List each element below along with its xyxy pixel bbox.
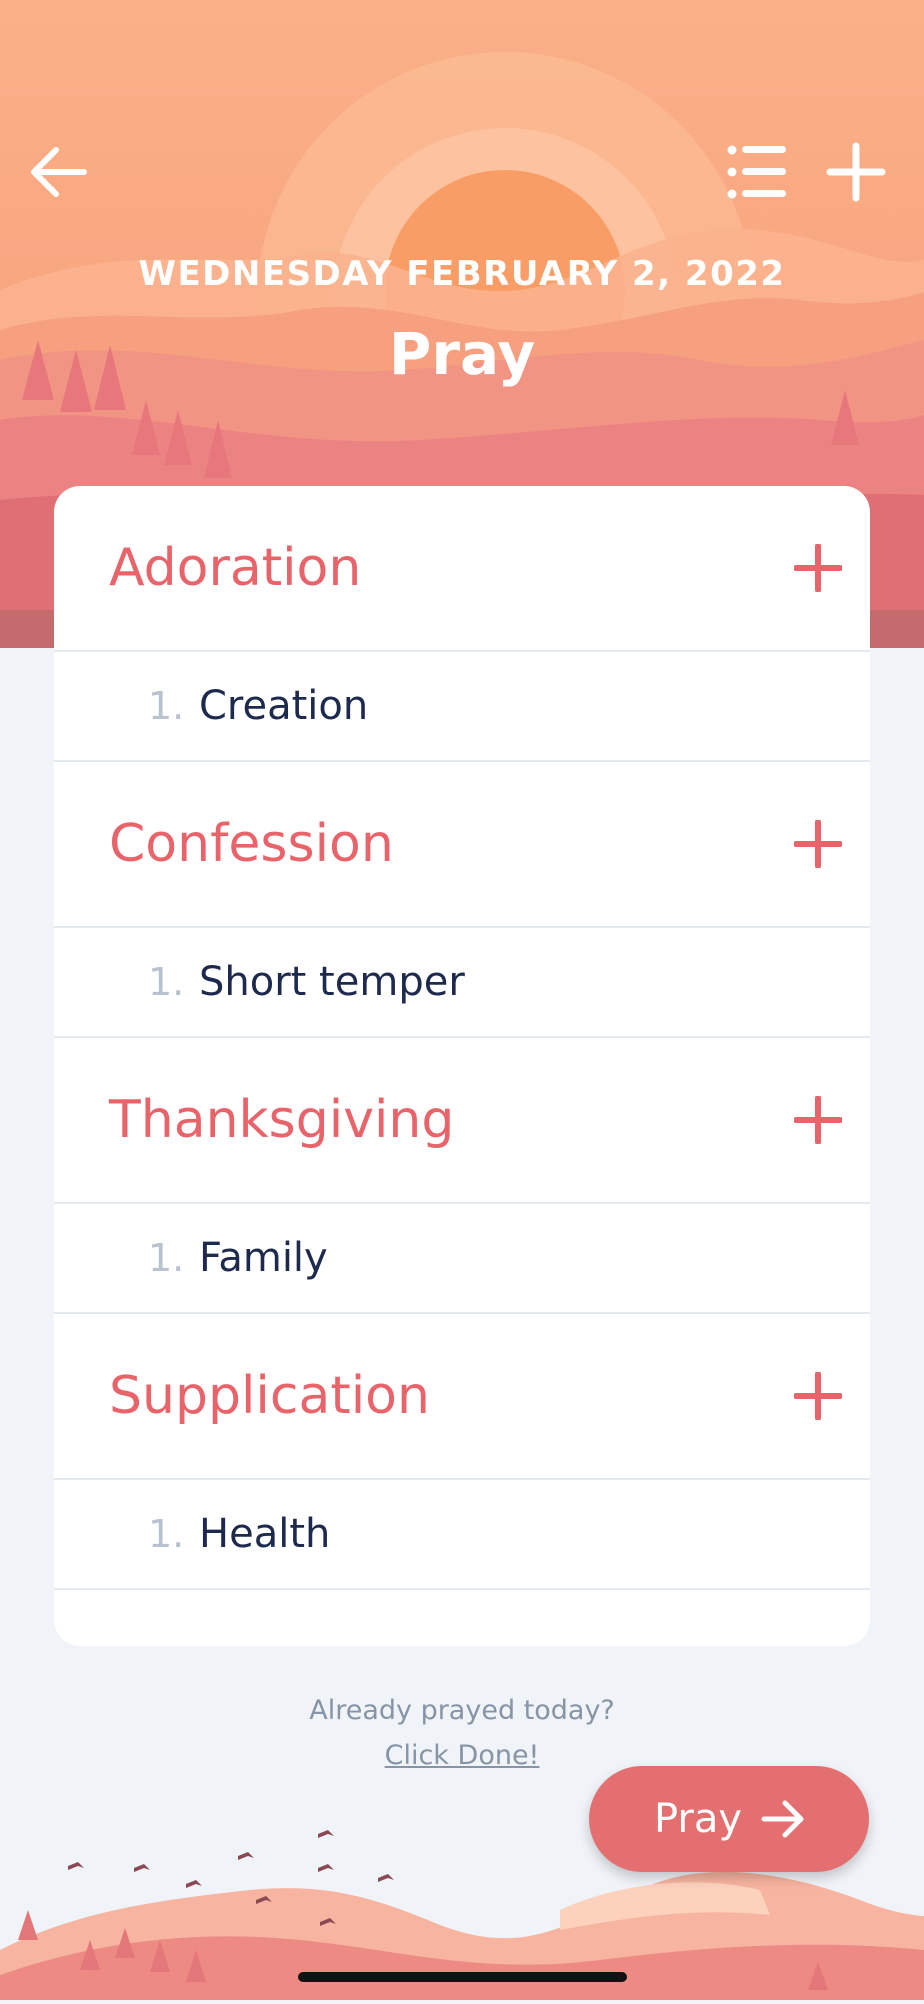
section-adoration: Adoration bbox=[54, 486, 870, 652]
section-title: Supplication bbox=[109, 1366, 430, 1426]
home-indicator bbox=[298, 1972, 627, 1982]
already-prayed-text: Already prayed today? bbox=[309, 1695, 615, 1726]
pray-button[interactable]: Pray bbox=[589, 1766, 869, 1872]
prayer-list-card: Adoration 1. Creation Confession 1. Shor… bbox=[54, 486, 870, 1646]
list-item[interactable]: 1. Family bbox=[54, 1204, 870, 1314]
date-heading: WEDNESDAY FEBRUARY 2, 2022 bbox=[138, 254, 786, 294]
item-text: Short temper bbox=[199, 959, 465, 1005]
add-item-icon[interactable] bbox=[794, 1096, 842, 1144]
section-confession: Confession bbox=[54, 762, 870, 928]
back-arrow-icon[interactable] bbox=[28, 145, 88, 199]
list-item[interactable]: 1. Short temper bbox=[54, 928, 870, 1038]
list-icon[interactable] bbox=[726, 142, 788, 202]
arrow-right-icon bbox=[761, 1800, 804, 1838]
section-title: Thanksgiving bbox=[109, 1090, 455, 1150]
add-item-icon[interactable] bbox=[794, 820, 842, 868]
section-supplication: Supplication bbox=[54, 1314, 870, 1480]
plus-icon[interactable] bbox=[826, 142, 886, 202]
add-item-icon[interactable] bbox=[794, 544, 842, 592]
list-item[interactable]: 1. Creation bbox=[54, 652, 870, 762]
item-text: Health bbox=[199, 1511, 331, 1557]
list-item[interactable]: 1. Health bbox=[54, 1480, 870, 1590]
section-title: Confession bbox=[109, 814, 394, 874]
section-title: Adoration bbox=[109, 538, 362, 598]
item-number: 1. bbox=[148, 1512, 185, 1556]
item-text: Creation bbox=[199, 683, 369, 729]
section-thanksgiving: Thanksgiving bbox=[54, 1038, 870, 1204]
click-done-link[interactable]: Click Done! bbox=[385, 1740, 540, 1771]
page-title: Pray bbox=[388, 320, 536, 388]
item-number: 1. bbox=[148, 1236, 185, 1280]
pray-button-label: Pray bbox=[654, 1796, 743, 1842]
item-number: 1. bbox=[148, 960, 185, 1004]
item-number: 1. bbox=[148, 684, 185, 728]
add-item-icon[interactable] bbox=[794, 1372, 842, 1420]
item-text: Family bbox=[199, 1235, 328, 1281]
